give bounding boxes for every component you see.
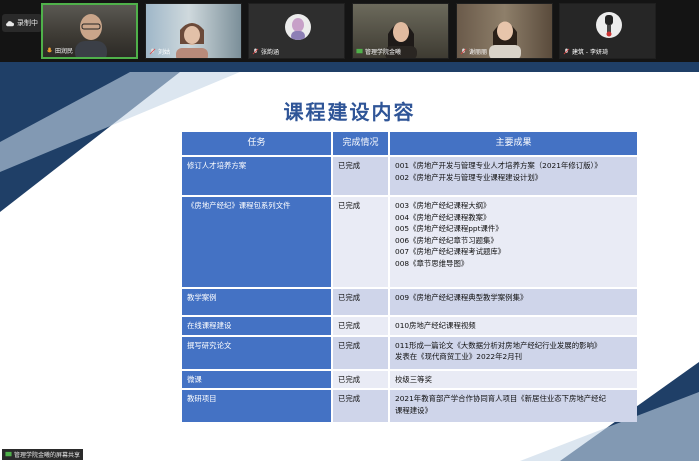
result-line: 001《房地产开发与管理专业人才培养方案（2021年修订版）》 (395, 161, 602, 170)
table-row: 微课 已完成 校级三等奖 (182, 370, 637, 388)
result-line: 003《房地产经纪课程大纲》 (395, 201, 491, 210)
mic-muted-icon (563, 48, 570, 55)
header-task: 任务 (182, 132, 331, 155)
participant-tile[interactable]: 张韵涵 (248, 3, 345, 59)
screen-share-icon (5, 451, 12, 457)
status-cell: 已完成 (333, 197, 388, 287)
table-row: 撰写研究论文 已完成 011形成一篇论文《大数据分析对房地产经纪行业发展的影响》… (182, 336, 637, 369)
task-cell: 撰写研究论文 (182, 336, 331, 369)
result-line: 008《章节思维导图》 (395, 258, 469, 268)
recording-indicator[interactable]: 录制中 (2, 14, 42, 32)
results-cell: 003《房地产经纪课程大纲》 004《房地产经纪课程教案》 005《房地产经纪课… (390, 197, 637, 287)
participant-name: 建筑 - 李妍琦 (572, 49, 608, 56)
result-line: 2021年教育部产学合作协同育人项目《新居住业态下房地产经纪 (395, 394, 606, 403)
recording-label: 录制中 (17, 19, 38, 27)
slide-title: 课程建设内容 (283, 100, 416, 124)
results-cell: 2021年教育部产学合作协同育人项目《新居住业态下房地产经纪 课程建设》 (390, 390, 637, 422)
result-line: 课程建设》 (395, 405, 432, 415)
participant-tile[interactable]: 田润民 (41, 3, 138, 59)
mic-muted-icon (252, 48, 259, 55)
table-row: 《房地产经纪》课程包系列文件 已完成 003《房地产经纪课程大纲》 004《房地… (182, 197, 637, 287)
status-cell: 已完成 (333, 336, 388, 369)
result-line: 006《房地产经纪章节习题集》 (395, 235, 498, 245)
participant-video (176, 23, 208, 58)
participant-tile[interactable]: 刘姑 (145, 3, 242, 59)
participant-name: 管理学院金曦 (365, 49, 402, 56)
course-construction-table: 任务 完成情况 主要成果 修订人才培养方案 已完成 001《房地产开发与管理专业… (180, 130, 639, 424)
mic-muted-icon (149, 48, 156, 55)
screen-share-tag[interactable]: 管理学院金曦的屏幕共享 (2, 449, 84, 460)
task-cell: 教学案例 (182, 289, 331, 315)
results-cell: 009《房地产经纪课程典型教学案例集》 (390, 289, 637, 315)
avatar (596, 12, 622, 38)
table-header-row: 任务 完成情况 主要成果 (182, 132, 637, 155)
result-line: 009《房地产经纪课程典型教学案例集》 (395, 293, 528, 302)
task-cell: 教研项目 (182, 390, 331, 422)
status-cell: 已完成 (333, 317, 388, 335)
result-line: 005《房地产经纪课程ppt课件》 (395, 224, 503, 233)
results-cell: 010房地产经纪课程视频 (390, 317, 637, 335)
status-cell: 已完成 (333, 289, 388, 315)
results-cell: 001《房地产开发与管理专业人才培养方案（2021年修订版）》 002《房地产开… (390, 157, 637, 195)
header-status: 完成情况 (333, 132, 388, 155)
result-line: 007《房地产经纪课程考试题库》 (395, 247, 506, 256)
participant-video (75, 14, 107, 57)
results-cell: 校级三等奖 (390, 370, 637, 388)
participant-name: 谢丽丽 (469, 49, 488, 56)
participant-name: 田润民 (55, 48, 74, 55)
task-cell: 《房地产经纪》课程包系列文件 (182, 197, 331, 287)
participant-tile[interactable]: 管理学院金曦 (352, 3, 449, 59)
mic-icon (47, 47, 52, 53)
result-line: 004《房地产经纪课程教案》 (395, 212, 491, 222)
result-line: 010房地产经纪课程视频 (395, 321, 476, 330)
participant-video (489, 21, 521, 58)
table-row: 修订人才培养方案 已完成 001《房地产开发与管理专业人才培养方案（2021年修… (182, 157, 637, 195)
results-cell: 011形成一篇论文《大数据分析对房地产经纪行业发展的影响》 发表在《现代商贸工业… (390, 336, 637, 369)
status-cell: 已完成 (333, 157, 388, 195)
share-label: 管理学院金曦的屏幕共享 (14, 452, 81, 459)
task-cell: 微课 (182, 370, 331, 388)
avatar (285, 14, 311, 40)
participant-tile[interactable]: 谢丽丽 (456, 3, 553, 59)
table-row: 在线课程建设 已完成 010房地产经纪课程视频 (182, 317, 637, 335)
task-cell: 在线课程建设 (182, 317, 331, 335)
participant-name: 张韵涵 (261, 49, 280, 56)
mic-muted-icon (460, 48, 467, 55)
result-line: 发表在《现代商贸工业》2022年2月刊 (395, 352, 522, 361)
table-row: 教学案例 已完成 009《房地产经纪课程典型教学案例集》 (182, 289, 637, 315)
result-line: 002《房地产开发与管理专业课程建设计划》 (395, 172, 543, 182)
status-cell: 已完成 (333, 370, 388, 388)
status-cell: 已完成 (333, 390, 388, 422)
screen-share-icon (356, 48, 363, 54)
task-cell: 修订人才培养方案 (182, 157, 331, 195)
participant-strip: 录制中 田润民 刘姑 张韵涵 管理学院金曦 谢丽丽 建筑 - 李妍琦 (0, 0, 699, 62)
header-results: 主要成果 (390, 132, 637, 155)
cloud-record-icon (6, 20, 14, 26)
result-line: 校级三等奖 (395, 374, 432, 384)
participant-name: 刘姑 (158, 49, 171, 56)
participant-tile[interactable]: 建筑 - 李妍琦 (559, 3, 656, 59)
result-line: 011形成一篇论文《大数据分析对房地产经纪行业发展的影响》 (395, 340, 602, 350)
table-row: 教研项目 已完成 2021年教育部产学合作协同育人项目《新居住业态下房地产经纪 … (182, 390, 637, 422)
